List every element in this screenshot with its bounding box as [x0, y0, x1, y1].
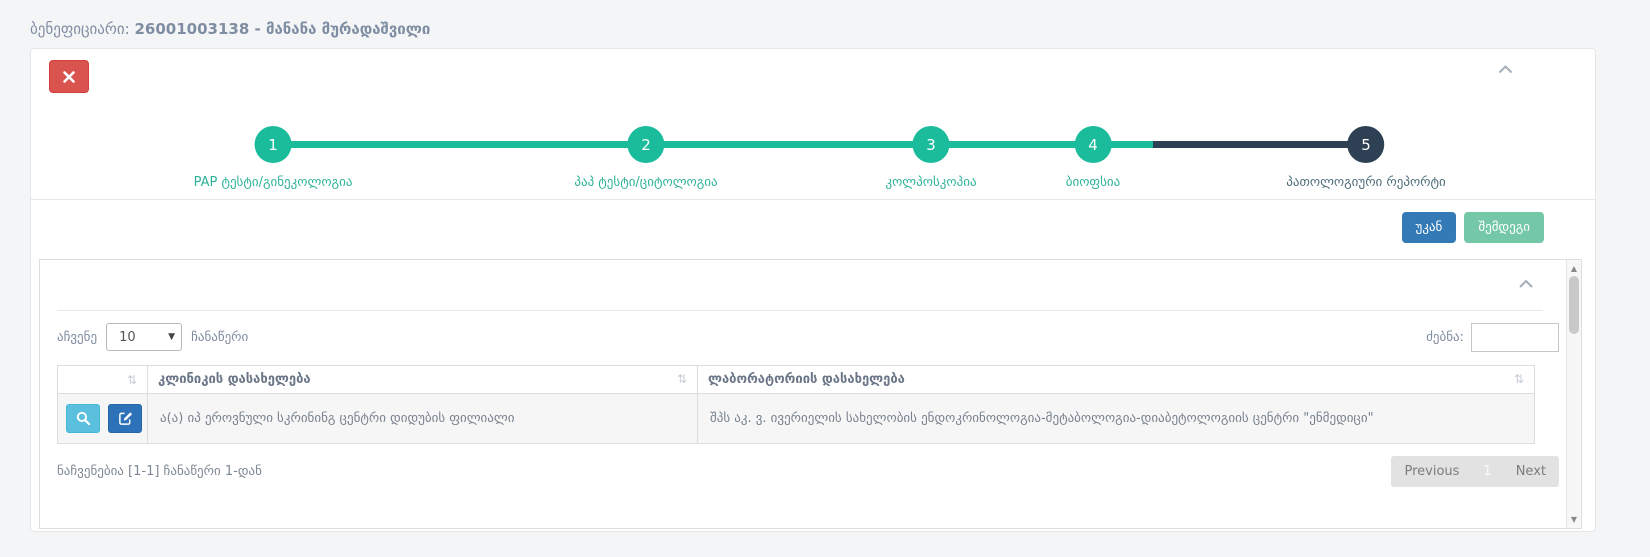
pagination-next[interactable]: Next: [1503, 464, 1559, 479]
magnifier-icon: [76, 411, 91, 426]
scroll-up-icon[interactable]: ▲: [1567, 264, 1581, 273]
column-header-laboratory[interactable]: ლაბორატორიის დასახელება ⇅: [698, 366, 1535, 394]
sort-icon: ⇅: [677, 372, 687, 386]
step-3-circle[interactable]: 3: [913, 126, 950, 163]
search-control: ძებნა:: [1426, 323, 1559, 352]
pagination-previous[interactable]: Previous: [1391, 464, 1472, 479]
panel-collapse-chevron-icon[interactable]: [1498, 65, 1513, 74]
column-header-actions[interactable]: ⇅: [58, 366, 148, 394]
wizard-step-2: 2 პაპ ტესტი/ციტოლოგია: [574, 111, 717, 190]
row-actions-cell: [58, 394, 148, 444]
inner-scrollbar[interactable]: ▲ ▼: [1566, 260, 1581, 528]
step-4-circle[interactable]: 4: [1075, 126, 1112, 163]
step-2-label: პაპ ტესტი/ციტოლოგია: [574, 175, 717, 190]
pagination-page-1[interactable]: 1: [1472, 464, 1502, 479]
main-panel: 1 PAP ტესტი/გინეკოლოგია 2 პაპ ტესტი/ციტო…: [30, 48, 1596, 532]
scroll-down-icon[interactable]: ▼: [1567, 515, 1581, 524]
search-input[interactable]: [1471, 323, 1559, 352]
page-length-control: აჩვენე 10 ▼ ჩანაწერი: [57, 323, 248, 351]
table-header-row: ⇅ კლინიკის დასახელება ⇅ ლაბორატორიის დას…: [58, 366, 1535, 394]
step-1-label: PAP ტესტი/გინეკოლოგია: [194, 175, 353, 190]
row-clinic-cell: ა(ა) იპ ეროვნული სკრინინგ ცენტრი დიდუბის…: [148, 394, 698, 444]
edit-button[interactable]: [108, 404, 142, 433]
table-row: ა(ა) იპ ეროვნული სკრინინგ ცენტრი დიდუბის…: [58, 394, 1535, 444]
scrollbar-thumb[interactable]: [1569, 276, 1579, 334]
wizard-buttons: უკან შემდეგი: [1402, 212, 1544, 243]
divider: [31, 199, 1595, 200]
beneficiary-label: ბენეფიციარი:: [30, 20, 130, 38]
step-3-label: კოლპოსკოპია: [885, 175, 976, 190]
records-info: ნაჩვენებია [1-1] ჩანაწერი 1-დან: [57, 464, 262, 479]
column-header-laboratory-label: ლაბორატორიის დასახელება: [708, 372, 905, 387]
column-header-clinic[interactable]: კლინიკის დასახელება ⇅: [148, 366, 698, 394]
pencil-square-icon: [118, 411, 133, 426]
results-collapse-chevron-icon[interactable]: [1519, 280, 1533, 288]
sort-icon: ⇅: [127, 373, 137, 387]
results-box: აჩვენე 10 ▼ ჩანაწერი ძებნა: ⇅: [39, 259, 1582, 529]
step-1-circle[interactable]: 1: [254, 126, 291, 163]
divider: [57, 310, 1543, 311]
search-label: ძებნა:: [1426, 330, 1464, 345]
step-5-label: პათოლოგიური რეპორტი: [1286, 175, 1446, 190]
step-5-circle[interactable]: 5: [1348, 126, 1385, 163]
step-2-circle[interactable]: 2: [628, 126, 665, 163]
beneficiary-value: 26001003138 - მანანა მურადაშვილი: [134, 20, 430, 38]
wizard-step-4: 4 ბიოფსია: [1066, 111, 1121, 190]
step-wizard: 1 PAP ტესტი/გინეკოლოგია 2 პაპ ტესტი/ციტო…: [31, 111, 1595, 203]
wizard-step-1: 1 PAP ტესტი/გინეკოლოგია: [194, 111, 353, 190]
close-icon: [63, 71, 75, 83]
step-4-label: ბიოფსია: [1066, 175, 1121, 190]
wizard-step-5: 5 პათოლოგიური რეპორტი: [1286, 111, 1446, 190]
back-button[interactable]: უკან: [1402, 212, 1457, 243]
view-button[interactable]: [66, 404, 100, 433]
length-label-suffix: ჩანაწერი: [191, 330, 248, 345]
row-laboratory-cell: შპს აკ. ვ. ივერიელის სახელობის ენდოკრინო…: [698, 394, 1535, 444]
table-footer: ნაჩვენებია [1-1] ჩანაწერი 1-დან Previous…: [57, 456, 1559, 487]
column-header-clinic-label: კლინიკის დასახელება: [158, 372, 311, 387]
page-title: ბენეფიციარი: 26001003138 - მანანა მურადა…: [30, 20, 430, 38]
close-button[interactable]: [49, 60, 89, 93]
page-length-select[interactable]: 10: [106, 323, 182, 351]
pagination: Previous 1 Next: [1391, 456, 1559, 487]
sort-icon: ⇅: [1514, 372, 1524, 386]
next-button[interactable]: შემდეგი: [1464, 212, 1544, 243]
wizard-step-3: 3 კოლპოსკოპია: [885, 111, 976, 190]
length-label-prefix: აჩვენე: [57, 330, 97, 345]
results-table: ⇅ კლინიკის დასახელება ⇅ ლაბორატორიის დას…: [57, 365, 1535, 444]
table-controls: აჩვენე 10 ▼ ჩანაწერი ძებნა:: [57, 322, 1559, 352]
